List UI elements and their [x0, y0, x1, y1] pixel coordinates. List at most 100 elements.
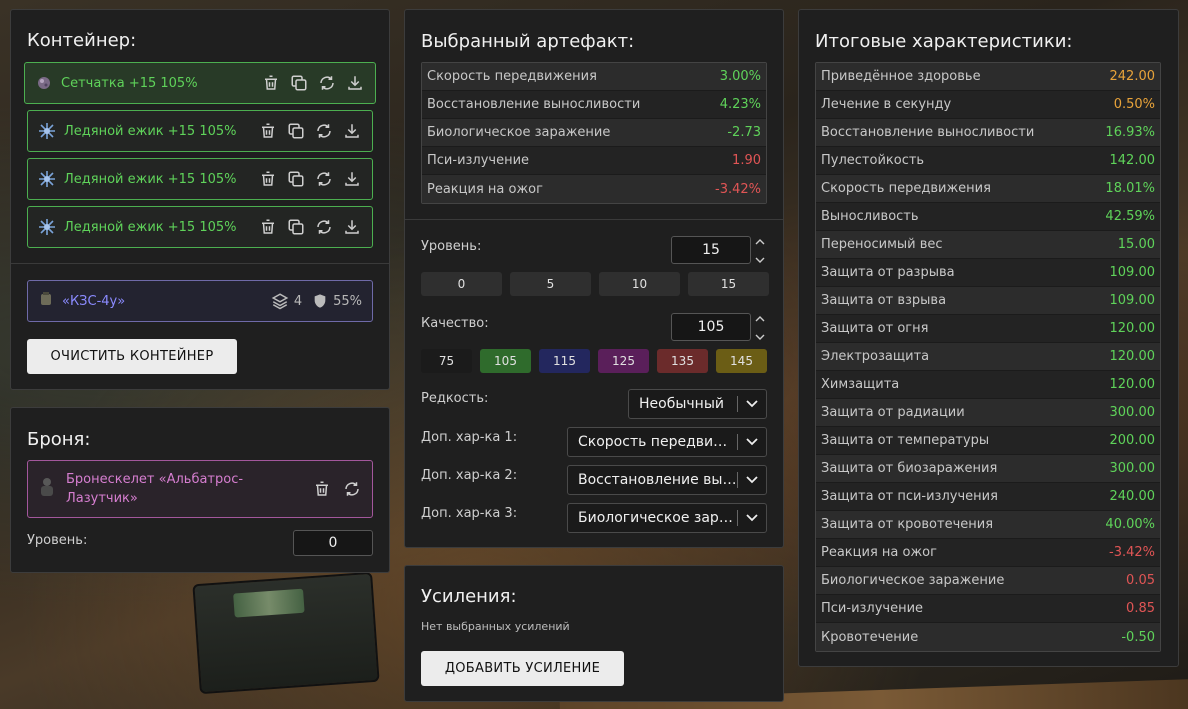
- replace-icon[interactable]: [314, 121, 334, 141]
- level-preset-button[interactable]: 5: [510, 272, 591, 296]
- delete-icon[interactable]: [258, 121, 278, 141]
- stat-name: Пси-излучение: [821, 601, 924, 616]
- rarity-label: Редкость:: [421, 391, 489, 406]
- download-icon[interactable]: [342, 217, 362, 237]
- armor-icon: [38, 477, 56, 501]
- stat-value: 0.85: [1126, 601, 1155, 616]
- stat-row: Защита от огня 120.00: [816, 315, 1160, 343]
- artifact-level-spinner[interactable]: [754, 238, 766, 264]
- ice-hedgehog-artifact-icon: [38, 170, 56, 188]
- download-icon[interactable]: [342, 121, 362, 141]
- stat-value: 300.00: [1109, 405, 1156, 420]
- extra2-select[interactable]: Восстановление выносливости: [567, 465, 767, 495]
- stat-value: 120.00: [1109, 321, 1156, 336]
- stat-name: Защита от взрыва: [821, 293, 947, 308]
- armor-item[interactable]: Бронескелет «Альбатрос-Лазутчик»: [27, 460, 373, 518]
- armor-panel: Броня: Бронескелет «Альбатрос-Лазутчик» …: [10, 407, 390, 573]
- boosts-panel: Усиления: Нет выбранных усилений ДОБАВИТ…: [404, 565, 784, 702]
- delete-icon[interactable]: [258, 169, 278, 189]
- stat-row: Восстановление выносливости 16.93%: [816, 119, 1160, 147]
- stat-name: Восстановление выносливости: [821, 125, 1035, 140]
- add-boost-button[interactable]: ДОБАВИТЬ УСИЛЕНИЕ: [421, 651, 624, 686]
- copy-icon[interactable]: [286, 169, 306, 189]
- stat-row: Выносливость 42.59%: [816, 203, 1160, 231]
- stat-row: Защита от кровотечения 40.00%: [816, 511, 1160, 539]
- extra1-select[interactable]: Скорость передвижения: [567, 427, 767, 457]
- copy-icon[interactable]: [286, 217, 306, 237]
- chevron-down-icon: [738, 514, 766, 522]
- quality-preset-button[interactable]: 135: [657, 349, 708, 373]
- quality-spinner[interactable]: [754, 315, 766, 341]
- container-item[interactable]: «КЗС-4у» 4 55%: [27, 280, 373, 322]
- replace-icon[interactable]: [314, 217, 334, 237]
- stat-row: Пси-излучение 0.85: [816, 595, 1160, 623]
- chevron-down-icon: [738, 476, 766, 484]
- retina-artifact-icon: [35, 74, 53, 92]
- replace-icon[interactable]: [314, 169, 334, 189]
- level-preset-button[interactable]: 0: [421, 272, 502, 296]
- clear-container-button[interactable]: ОЧИСТИТЬ КОНТЕЙНЕР: [27, 339, 237, 374]
- quality-preset-button[interactable]: 145: [716, 349, 767, 373]
- artifact-stats-table: Скорость передвижения 3.00% Восстановление…: [421, 62, 767, 204]
- quality-preset-button[interactable]: 75: [421, 349, 472, 373]
- copy-icon[interactable]: [289, 73, 309, 93]
- artifact-slot-label: Ледяной ежик +15 105%: [64, 123, 237, 139]
- download-icon[interactable]: [342, 169, 362, 189]
- stat-value: 0.50%: [1113, 97, 1155, 112]
- container-panel: Контейнер: Сетчатка +15 105% Ледяной ежик…: [10, 9, 390, 390]
- stat-name: Реакция на ожог: [821, 545, 937, 560]
- delete-icon[interactable]: [261, 73, 281, 93]
- stat-value: 109.00: [1109, 293, 1156, 308]
- artifact-slot-label: Сетчатка +15 105%: [61, 75, 198, 91]
- replace-icon[interactable]: [317, 73, 337, 93]
- delete-icon[interactable]: [258, 217, 278, 237]
- quality-input[interactable]: 105: [671, 313, 751, 341]
- replace-icon[interactable]: [342, 479, 362, 499]
- level-preset-button[interactable]: 10: [599, 272, 680, 296]
- armor-item-label: Бронескелет «Альбатрос-Лазутчик»: [66, 472, 244, 506]
- artifact-slot[interactable]: Сетчатка +15 105%: [24, 62, 376, 104]
- artifact-slot[interactable]: Ледяной ежик +15 105%: [27, 206, 373, 248]
- stat-name: Защита от пси-излучения: [821, 489, 998, 504]
- rarity-select[interactable]: Необычный: [628, 389, 767, 419]
- background-radio: [192, 571, 380, 695]
- artifact-slot[interactable]: Ледяной ежик +15 105%: [27, 158, 373, 200]
- stat-row: Защита от разрыва 109.00: [816, 259, 1160, 287]
- artifact-level-label: Уровень:: [421, 239, 482, 254]
- stat-value: 240.00: [1109, 489, 1156, 504]
- stat-name: Защита от кровотечения: [821, 517, 994, 532]
- copy-icon[interactable]: [286, 121, 306, 141]
- container-icon: [38, 291, 54, 311]
- quality-preset-button[interactable]: 105: [480, 349, 531, 373]
- stat-value: -3.42%: [1109, 545, 1155, 560]
- stat-row: Реакция на ожог -3.42%: [816, 539, 1160, 567]
- stat-value: 4.23%: [719, 97, 761, 112]
- stat-row: Биологическое заражение 0.05: [816, 567, 1160, 595]
- armor-level-label: Уровень:: [27, 533, 88, 548]
- artifact-panel: Выбранный артефакт: Скорость передвижени…: [404, 9, 784, 548]
- quality-preset-button[interactable]: 125: [598, 349, 649, 373]
- stat-row: Пулестойкость 142.00: [816, 147, 1160, 175]
- stat-row: Защита от взрыва 109.00: [816, 287, 1160, 315]
- stat-name: Биологическое заражение: [427, 125, 611, 140]
- download-icon[interactable]: [345, 73, 365, 93]
- delete-icon[interactable]: [312, 479, 332, 499]
- level-preset-button[interactable]: 15: [688, 272, 769, 296]
- stat-name: Химзащита: [821, 377, 900, 392]
- stat-value: 109.00: [1109, 265, 1156, 280]
- quality-preset-button[interactable]: 115: [539, 349, 590, 373]
- artifact-level-input[interactable]: 15: [671, 236, 751, 264]
- stat-row: Защита от биозаражения 300.00: [816, 455, 1160, 483]
- stat-value: 120.00: [1109, 349, 1156, 364]
- stat-name: Скорость передвижения: [821, 181, 991, 196]
- extra3-select[interactable]: Биологическое заражение: [567, 503, 767, 533]
- container-title: Контейнер:: [27, 30, 137, 51]
- extra2-label: Доп. хар-ка 2:: [421, 468, 518, 483]
- stat-row: Переносимый вес 15.00: [816, 231, 1160, 259]
- container-item-label: «КЗС-4у»: [62, 293, 126, 309]
- armor-title: Броня:: [27, 429, 91, 450]
- stat-value: 142.00: [1109, 153, 1156, 168]
- stat-value: 242.00: [1109, 69, 1156, 84]
- artifact-slot[interactable]: Ледяной ежик +15 105%: [27, 110, 373, 152]
- armor-level-input[interactable]: 0: [293, 530, 373, 556]
